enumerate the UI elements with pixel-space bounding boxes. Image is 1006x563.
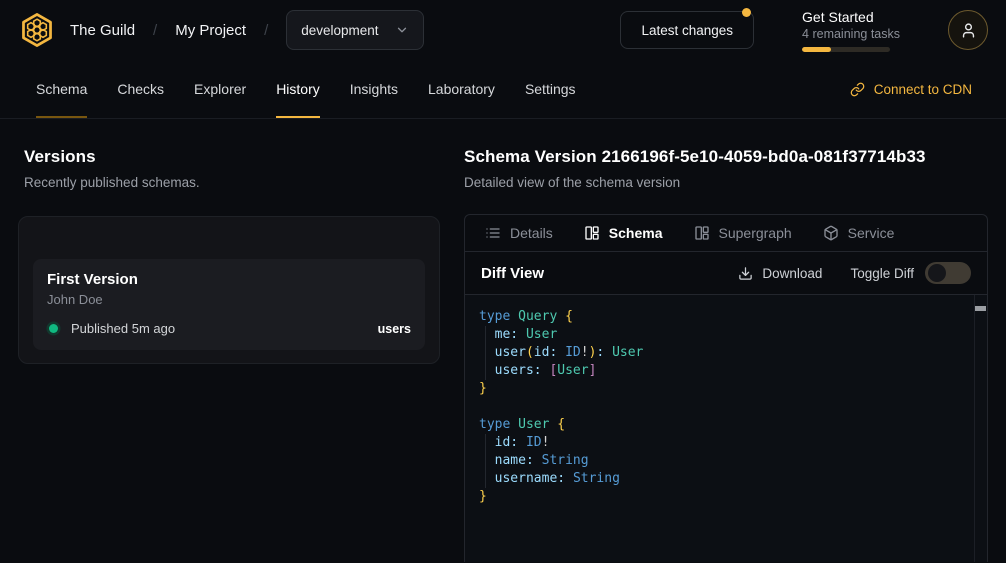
main-navbar: Schema Checks Explorer History Insights Labor…: [0, 60, 1006, 119]
code-line: [465, 398, 987, 416]
box-icon: [823, 225, 839, 241]
get-started-widget[interactable]: Get Started 4 remaining tasks: [802, 9, 900, 52]
link-icon: [850, 82, 865, 97]
code-line: id: ID!: [465, 434, 987, 452]
columns-icon: [694, 225, 710, 241]
breadcrumb-project[interactable]: My Project: [175, 22, 246, 39]
get-started-progress-bar: [802, 47, 890, 52]
toggle-diff-label: Toggle Diff: [850, 266, 914, 281]
panel-tab-label: Schema: [609, 225, 663, 241]
nav-tab-schema[interactable]: Schema: [36, 60, 87, 118]
nav-tab-insights[interactable]: Insights: [350, 60, 398, 118]
connect-to-cdn-label: Connect to CDN: [874, 82, 972, 97]
code-line: }: [465, 488, 987, 506]
main-content: Versions Recently published schemas. Fir…: [0, 119, 1006, 562]
service-badge: users: [378, 322, 411, 336]
header: The Guild / My Project / development Lat…: [0, 0, 1006, 60]
diff-view-actions: Download Toggle Diff: [738, 262, 971, 284]
panel-tab-label: Supergraph: [719, 225, 792, 241]
breadcrumb-separator: /: [264, 22, 268, 39]
breadcrumb-org[interactable]: The Guild: [70, 22, 135, 39]
connect-to-cdn-button[interactable]: Connect to CDN: [850, 60, 972, 118]
version-status-text: Published 5m ago: [71, 321, 175, 336]
user-avatar[interactable]: [948, 10, 988, 50]
schema-viewer-tabs: Details Schema Supergraph Service: [465, 215, 987, 252]
version-status-row: Published 5m ago users: [47, 321, 411, 336]
version-detail-panel: Schema Version 2166196f-5e10-4059-bd0a-0…: [464, 119, 1006, 562]
download-label: Download: [762, 266, 822, 281]
download-button[interactable]: Download: [738, 266, 822, 281]
get-started-subtitle: 4 remaining tasks: [802, 27, 900, 41]
latest-changes-button[interactable]: Latest changes: [620, 11, 754, 49]
nav-tabs: Schema Checks Explorer History Insights Labor…: [36, 60, 576, 118]
code-line: type User {: [465, 416, 987, 434]
list-icon: [485, 225, 501, 241]
panel-tab-details[interactable]: Details: [485, 225, 553, 241]
versions-panel: Versions Recently published schemas. Fir…: [0, 119, 464, 562]
panel-tab-label: Service: [848, 225, 895, 241]
code-scrollbar-thumb[interactable]: [975, 306, 986, 311]
version-name: First Version: [47, 271, 411, 288]
app-root: The Guild / My Project / development Lat…: [0, 0, 1006, 562]
code-line: me: User: [465, 326, 987, 344]
user-icon: [960, 22, 977, 39]
columns-icon: [584, 225, 600, 241]
version-author: John Doe: [47, 292, 411, 307]
nav-tab-history[interactable]: History: [276, 60, 320, 118]
code-line: type Query {: [465, 308, 987, 326]
panel-tab-supergraph[interactable]: Supergraph: [694, 225, 792, 241]
breadcrumb-separator: /: [153, 22, 157, 39]
notification-dot: [742, 8, 751, 17]
version-detail-subtitle: Detailed view of the schema version: [464, 175, 988, 190]
code-line: }: [465, 380, 987, 398]
versions-title: Versions: [24, 147, 440, 167]
nav-tab-settings[interactable]: Settings: [525, 60, 576, 118]
schema-code-viewer: type Query { me: User user(id: ID!): Use…: [465, 295, 987, 562]
get-started-title: Get Started: [802, 9, 900, 25]
nav-tab-laboratory[interactable]: Laboratory: [428, 60, 495, 118]
chevron-down-icon: [395, 23, 409, 37]
code-line: user(id: ID!): User: [465, 344, 987, 362]
versions-subtitle: Recently published schemas.: [24, 175, 440, 190]
environment-selector[interactable]: development: [286, 10, 423, 50]
hive-logo-icon[interactable]: [18, 11, 56, 49]
versions-card: First Version John Doe Published 5m ago …: [18, 216, 440, 364]
diff-view-toolbar: Diff View Download Toggle Diff: [465, 252, 987, 295]
schema-viewer-panel: Details Schema Supergraph Service Diff View…: [464, 214, 988, 562]
code-lines: type Query { me: User user(id: ID!): Use…: [465, 308, 987, 506]
code-scrollbar[interactable]: [974, 295, 987, 562]
nav-tab-explorer[interactable]: Explorer: [194, 60, 246, 118]
download-icon: [738, 266, 753, 281]
code-line: users: [User]: [465, 362, 987, 380]
code-line: username: String: [465, 470, 987, 488]
panel-tab-schema[interactable]: Schema: [584, 225, 663, 241]
environment-selector-value: development: [301, 23, 378, 38]
published-status-dot: [49, 324, 58, 333]
toggle-knob: [928, 264, 946, 282]
panel-tab-label: Details: [510, 225, 553, 241]
get-started-progress-fill: [802, 47, 831, 52]
version-list-item[interactable]: First Version John Doe Published 5m ago …: [33, 259, 425, 350]
panel-tab-service[interactable]: Service: [823, 225, 895, 241]
code-line: name: String: [465, 452, 987, 470]
version-detail-title: Schema Version 2166196f-5e10-4059-bd0a-0…: [464, 147, 988, 167]
diff-view-title: Diff View: [481, 265, 544, 282]
nav-tab-checks[interactable]: Checks: [117, 60, 164, 118]
latest-changes-label: Latest changes: [641, 23, 733, 38]
toggle-diff-switch[interactable]: [925, 262, 971, 284]
toggle-diff-group: Toggle Diff: [850, 262, 971, 284]
